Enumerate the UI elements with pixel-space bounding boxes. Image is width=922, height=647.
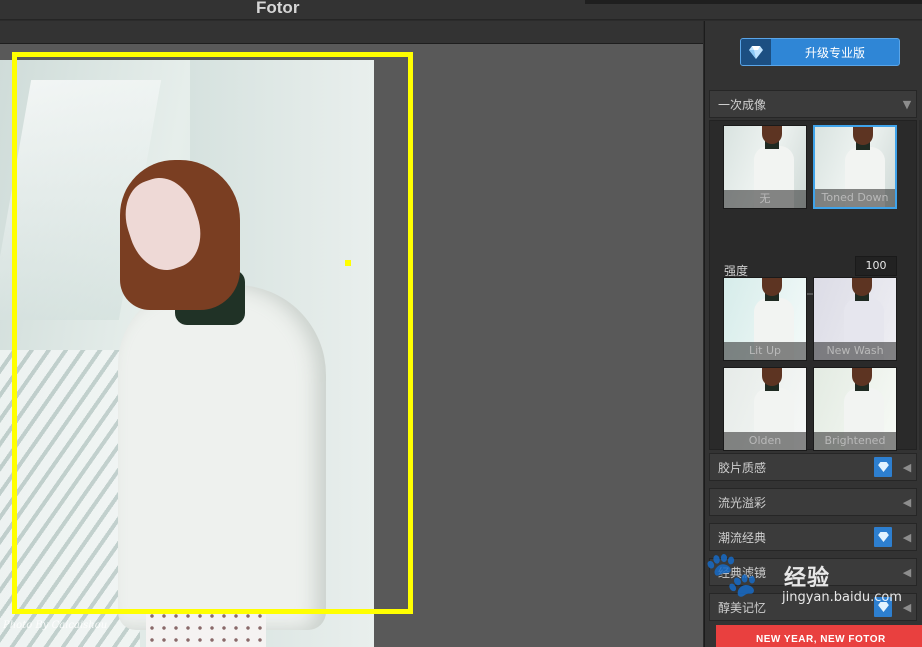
photo-credit: Photo By Caicaishou	[3, 620, 108, 631]
image-canvas[interactable]: Photo By Caicaishou	[0, 44, 703, 647]
upgrade-pro-button[interactable]: 升级专业版	[740, 38, 900, 66]
filter-thumb-olden[interactable]: Olden	[723, 367, 807, 451]
promo-banner[interactable]: NEW YEAR, NEW FOTOR	[716, 625, 922, 647]
app-title: Fotor	[256, 0, 300, 17]
section-sweet-memory[interactable]: 醇美记忆 ◀	[709, 593, 917, 621]
photo-subject-skirt	[146, 610, 266, 647]
chevron-left-icon: ◀	[902, 530, 912, 544]
section-classic-filters[interactable]: 经典滤镜 ◀	[709, 558, 917, 586]
fotor-window: Fotor Photo By Caicaishou 升级专业版 一次成像 ▼ 无…	[0, 0, 922, 647]
instant-filters-body: 无 Toned Down 强度 100 Lit Up New Wash Olde…	[709, 120, 917, 451]
filter-caption: Olden	[724, 432, 806, 450]
section-film-texture[interactable]: 胶片质感 ◀	[709, 453, 917, 481]
filter-thumb-new-wash[interactable]: New Wash	[813, 277, 897, 361]
section-label: 流光溢彩	[718, 495, 767, 510]
filter-caption: 无	[724, 190, 806, 208]
promo-text: NEW YEAR, NEW FOTOR	[756, 634, 886, 645]
section-label: 一次成像	[718, 97, 767, 112]
thumb-hair	[762, 126, 782, 144]
section-label: 经典滤镜	[718, 565, 767, 580]
effects-list[interactable]: 一次成像 ▼ 无 Toned Down 强度 100 Lit Up New Wa…	[709, 84, 922, 647]
filter-thumb-lit-up[interactable]: Lit Up	[723, 277, 807, 361]
chevron-left-icon: ◀	[902, 600, 912, 614]
section-label: 醇美记忆	[718, 600, 767, 615]
strength-value-field[interactable]: 100	[855, 256, 897, 276]
thumb-hair	[853, 127, 873, 145]
filter-thumb-none[interactable]: 无	[723, 125, 807, 209]
chevron-down-icon: ▼	[902, 97, 912, 111]
title-bar: Fotor	[0, 0, 922, 20]
chevron-left-icon: ◀	[902, 565, 912, 579]
canvas-toolbar	[0, 21, 703, 44]
diamond-icon	[741, 39, 771, 65]
section-glow-color[interactable]: 流光溢彩 ◀	[709, 488, 917, 516]
upgrade-pro-label: 升级专业版	[804, 45, 865, 60]
selection-handle[interactable]	[345, 260, 351, 266]
thumb-hair	[852, 368, 872, 386]
filter-caption: Toned Down	[815, 189, 895, 207]
thumb-hair	[762, 368, 782, 386]
section-instant[interactable]: 一次成像 ▼	[709, 90, 917, 118]
filter-thumb-brightened[interactable]: Brightened	[813, 367, 897, 451]
section-label: 潮流经典	[718, 530, 767, 545]
premium-diamond-icon	[874, 457, 892, 477]
filter-caption: New Wash	[814, 342, 896, 360]
thumb-hair	[762, 278, 782, 296]
chevron-left-icon: ◀	[902, 460, 912, 474]
filter-thumb-toned-down[interactable]: Toned Down	[813, 125, 897, 209]
effects-panel: 升级专业版 一次成像 ▼ 无 Toned Down 强度 100 Lit Up …	[704, 21, 922, 647]
section-trend-classic[interactable]: 潮流经典 ◀	[709, 523, 917, 551]
chevron-left-icon: ◀	[902, 495, 912, 509]
filter-caption: Brightened	[814, 432, 896, 450]
thumb-hair	[852, 278, 872, 296]
selection-rectangle[interactable]	[12, 52, 413, 614]
window-controls-strip	[585, 0, 922, 4]
section-label: 胶片质感	[718, 460, 767, 475]
filter-caption: Lit Up	[724, 342, 806, 360]
premium-diamond-icon	[874, 527, 892, 547]
premium-diamond-icon	[874, 597, 892, 617]
